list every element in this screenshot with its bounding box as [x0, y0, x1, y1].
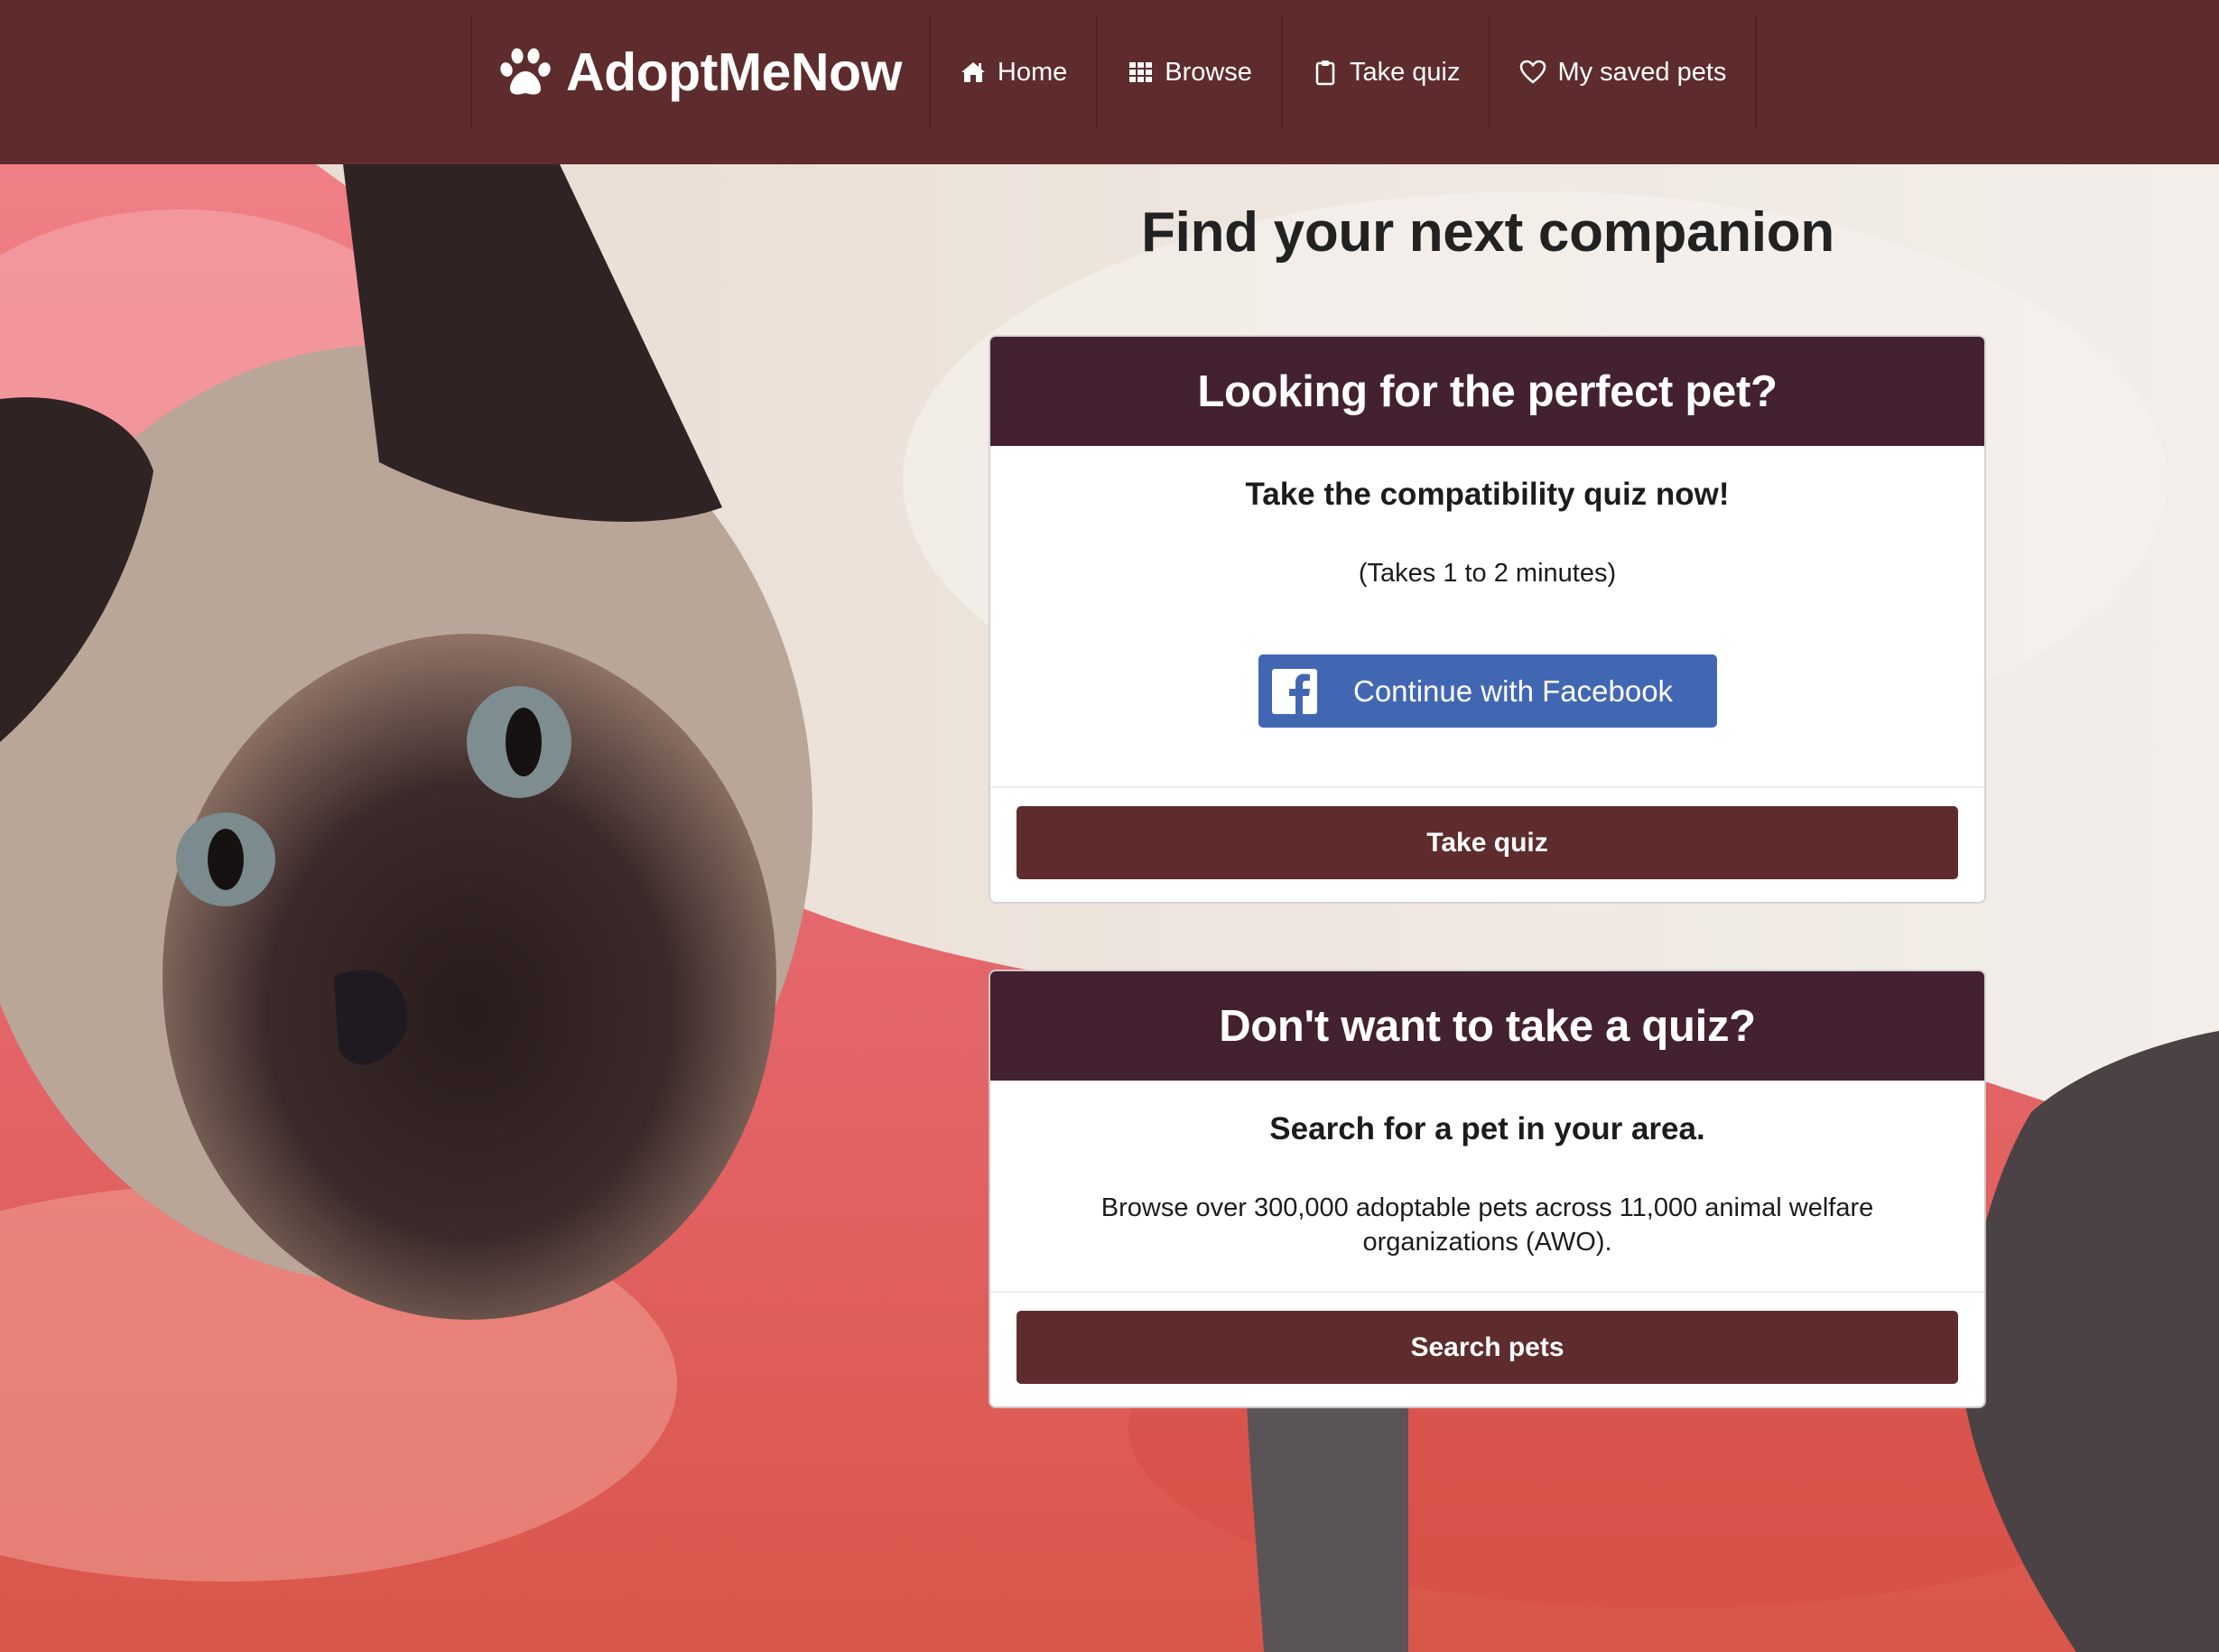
- card-divider: [990, 1291, 1984, 1293]
- card-divider: [990, 786, 1984, 788]
- card-lead-text: Take the compatibility quiz now!: [1245, 477, 1730, 512]
- take-quiz-button[interactable]: Take quiz: [1017, 806, 1958, 879]
- clipboard-icon: [1315, 60, 1335, 86]
- facebook-button-label: Continue with Facebook: [1353, 673, 1674, 708]
- nav-item-label: Take quiz: [1349, 57, 1461, 87]
- search-card: Don't want to take a quiz? Search for a …: [990, 971, 1984, 1406]
- nav-item-home[interactable]: Home: [931, 16, 1099, 128]
- home-icon: [961, 62, 985, 82]
- nav-item-label: Home: [997, 57, 1068, 87]
- grid-icon: [1129, 62, 1153, 82]
- quiz-card: Looking for the perfect pet? Take the co…: [990, 337, 1984, 902]
- page-title: Find your next companion: [1141, 201, 1834, 264]
- nav-item-label: My saved pets: [1557, 57, 1727, 87]
- brand-logo-link[interactable]: AdoptMeNow: [470, 16, 931, 128]
- nav-item-take-quiz[interactable]: Take quiz: [1283, 16, 1491, 128]
- top-navbar: AdoptMeNow Home Browse Take quiz My save…: [0, 0, 2219, 164]
- nav-item-label: Browse: [1165, 57, 1252, 87]
- heart-icon: [1520, 60, 1546, 84]
- facebook-icon: [1272, 668, 1317, 714]
- brand-name: AdoptMeNow: [566, 42, 902, 102]
- paw-icon: [500, 48, 551, 95]
- card-header: Looking for the perfect pet?: [990, 337, 1984, 446]
- search-pets-button[interactable]: Search pets: [1017, 1311, 1958, 1384]
- nav-item-my-saved-pets[interactable]: My saved pets: [1490, 16, 1758, 128]
- card-note-text: (Takes 1 to 2 minutes): [1358, 559, 1617, 588]
- card-note-text: Browse over 300,000 adoptable pets acros…: [1100, 1193, 1874, 1257]
- card-lead-text: Search for a pet in your area.: [1269, 1111, 1705, 1146]
- nav-container: AdoptMeNow Home Browse Take quiz My save…: [470, 16, 1758, 128]
- nav-item-browse[interactable]: Browse: [1098, 16, 1283, 128]
- continue-with-facebook-button[interactable]: Continue with Facebook: [1258, 654, 1717, 728]
- card-header: Don't want to take a quiz?: [990, 971, 1984, 1081]
